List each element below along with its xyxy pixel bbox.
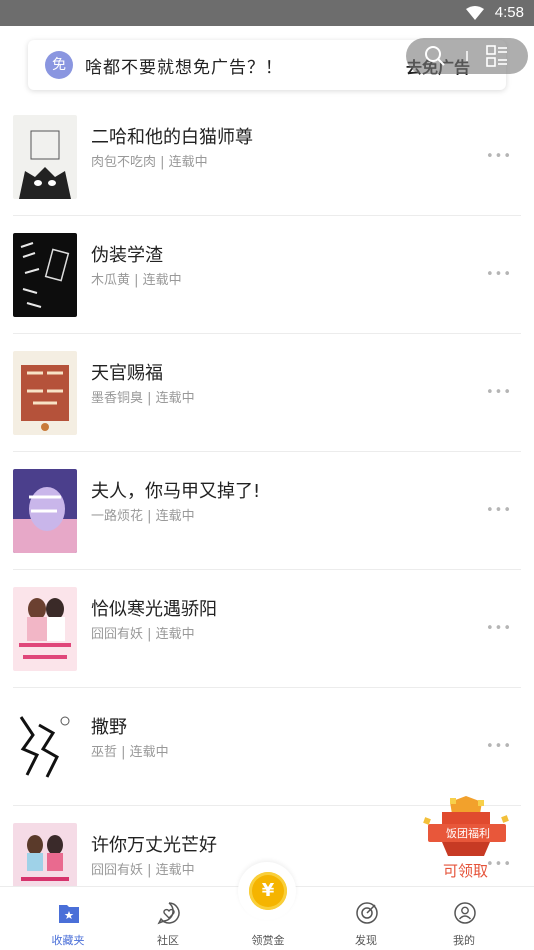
bounty-coin-button[interactable]: ¥ — [238, 862, 296, 920]
book-row[interactable]: 撒野 巫哲 | 连载中 ••• — [13, 688, 521, 806]
bookshelf-icon — [59, 905, 79, 923]
promo-claim-label[interactable]: 可领取 — [443, 860, 488, 881]
more-options-icon[interactable]: ••• — [486, 503, 512, 518]
community-icon — [157, 902, 180, 925]
book-title: 恰似寒光遇骄阳 — [91, 599, 217, 620]
book-meta: 墨香铜臭 | 连载中 — [91, 391, 195, 406]
tab-discover[interactable]: 发现 — [316, 887, 416, 950]
more-options-icon[interactable]: ••• — [486, 621, 512, 636]
book-cover — [13, 587, 77, 671]
tab-label: 发现 — [355, 934, 377, 947]
welfare-promo[interactable]: 饭团福利 可领取 — [420, 796, 512, 886]
tab-bookshelf[interactable]: 收藏夹 — [18, 887, 118, 950]
book-title: 二哈和他的白猫师尊 — [91, 127, 253, 148]
search-icon[interactable] — [424, 45, 446, 67]
profile-icon — [454, 902, 476, 924]
book-row[interactable]: 夫人，你马甲又掉了! 一路烦花 | 连载中 ••• — [13, 452, 521, 570]
remove-ads-text: 啥都不要就想免广告？！ — [85, 58, 283, 78]
book-row[interactable]: 伪装学渣 木瓜黄 | 连载中 ••• — [13, 216, 521, 334]
tab-label: 领赏金 — [251, 934, 285, 947]
tab-community[interactable]: 社区 — [118, 887, 218, 950]
book-cover — [13, 233, 77, 317]
tab-label: 收藏夹 — [51, 934, 85, 947]
book-cover — [13, 351, 77, 435]
book-cover — [13, 469, 77, 553]
more-options-icon[interactable]: ••• — [486, 739, 512, 754]
more-options-icon[interactable]: ••• — [486, 267, 512, 282]
book-title: 撒野 — [91, 717, 127, 738]
book-meta: 囧囧有妖 | 连载中 — [91, 863, 195, 878]
book-row[interactable]: 恰似寒光遇骄阳 囧囧有妖 | 连载中 ••• — [13, 570, 521, 688]
divider-icon — [466, 51, 468, 61]
book-meta: 巫哲 | 连载中 — [91, 745, 169, 760]
free-badge: 免 — [45, 51, 73, 79]
tab-label: 我的 — [453, 934, 475, 947]
status-time: 4:58 — [494, 4, 524, 21]
book-meta: 木瓜黄 | 连载中 — [91, 273, 182, 288]
book-row[interactable]: 二哈和他的白猫师尊 肉包不吃肉 | 连载中 ••• — [13, 98, 521, 216]
grid-menu-icon[interactable] — [486, 45, 508, 67]
book-meta: 囧囧有妖 | 连载中 — [91, 627, 195, 642]
book-title: 伪装学渣 — [91, 245, 163, 266]
book-cover — [13, 115, 77, 199]
tab-profile[interactable]: 我的 — [414, 887, 514, 950]
top-actions — [406, 38, 528, 74]
book-meta: 肉包不吃肉 | 连载中 — [91, 155, 208, 170]
coin-icon: ¥ — [249, 872, 287, 910]
book-meta: 一路烦花 | 连载中 — [91, 509, 195, 524]
book-title: 天官赐福 — [91, 363, 163, 384]
book-cover — [13, 705, 77, 789]
book-title: 许你万丈光芒好 — [91, 835, 217, 856]
status-bar: 4:58 — [0, 0, 534, 26]
book-title: 夫人，你马甲又掉了! — [91, 481, 261, 502]
more-options-icon[interactable]: ••• — [486, 149, 512, 164]
more-options-icon[interactable]: ••• — [486, 385, 512, 400]
discover-icon — [356, 902, 378, 924]
tab-label: 社区 — [157, 934, 179, 947]
book-row[interactable]: 天官赐福 墨香铜臭 | 连载中 ••• — [13, 334, 521, 452]
promo-sign: 饭团福利 — [446, 827, 490, 840]
wifi-icon — [466, 6, 484, 20]
